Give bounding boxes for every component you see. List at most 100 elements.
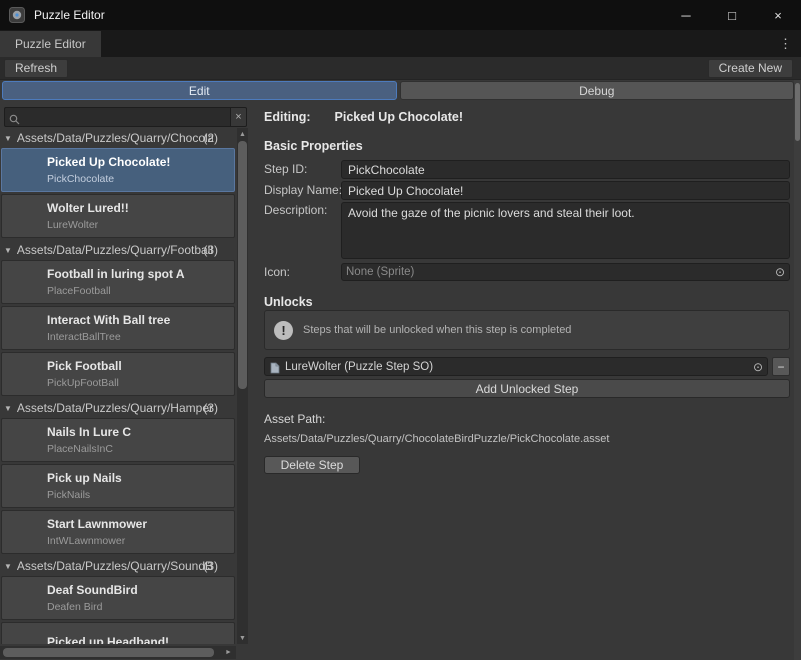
object-picker-icon[interactable]: ⊙ bbox=[775, 266, 785, 278]
minimize-button[interactable]: ─ bbox=[663, 0, 709, 30]
mode-tabs: Edit Debug bbox=[2, 81, 794, 100]
refresh-button[interactable]: Refresh bbox=[4, 59, 68, 78]
item-id: PlaceNailsInC bbox=[47, 443, 113, 455]
asset-path-label: Asset Path: bbox=[264, 412, 325, 426]
list-item-pick-nails[interactable]: Pick up Nails PickNails bbox=[1, 464, 235, 508]
group-header-hamper[interactable]: ▼ Assets/Data/Puzzles/Quarry/HamperBirdP… bbox=[0, 398, 236, 418]
scroll-up-icon[interactable]: ▲ bbox=[237, 128, 248, 140]
list-item-interact-ball-tree[interactable]: Interact With Ball tree InteractBallTree bbox=[1, 306, 235, 350]
foldout-icon: ▼ bbox=[4, 404, 12, 413]
delete-step-button[interactable]: Delete Step bbox=[264, 456, 360, 474]
editor-panel: Editing: Picked Up Chocolate! Basic Prop… bbox=[252, 100, 794, 660]
item-title: Nails In Lure C bbox=[47, 425, 131, 439]
maximize-button[interactable]: □ bbox=[709, 0, 755, 30]
item-id: Deafen Bird bbox=[47, 601, 102, 613]
sidebar-vertical-scrollbar[interactable]: ▲ ▼ bbox=[237, 128, 248, 644]
group-path: Assets/Data/Puzzles/Quarry/ChocolateBird… bbox=[17, 131, 213, 145]
item-id: PickChocolate bbox=[47, 173, 114, 185]
window-title: Puzzle Editor bbox=[34, 8, 105, 22]
tab-edit[interactable]: Edit bbox=[2, 81, 397, 100]
sidebar-horizontal-scrollbar[interactable]: ► bbox=[0, 646, 236, 659]
unlock-entry-label: LureWolter (Puzzle Step SO) bbox=[285, 361, 433, 373]
create-new-button[interactable]: Create New bbox=[708, 59, 793, 78]
list-item-start-lawnmower[interactable]: Start Lawnmower IntWLawnmower bbox=[1, 510, 235, 554]
list-item-pick-chocolate[interactable]: Picked Up Chocolate! PickChocolate bbox=[1, 148, 235, 192]
list-item-lure-wolter[interactable]: Wolter Lured!! LureWolter bbox=[1, 194, 235, 238]
add-unlocked-step-button[interactable]: Add Unlocked Step bbox=[264, 379, 790, 398]
group-header-chocolate[interactable]: ▼ Assets/Data/Puzzles/Quarry/ChocolateBi… bbox=[0, 128, 236, 148]
group-header-soundbird[interactable]: ▼ Assets/Data/Puzzles/Quarry/SoundBird (… bbox=[0, 556, 236, 576]
remove-unlock-button[interactable]: − bbox=[772, 357, 790, 376]
tab-puzzle-editor-label: Puzzle Editor bbox=[15, 37, 86, 51]
item-id: PickUpFootBall bbox=[47, 377, 119, 389]
info-icon: ! bbox=[274, 321, 293, 340]
item-title: Interact With Ball tree bbox=[47, 313, 170, 327]
unlocks-title: Unlocks bbox=[264, 295, 313, 309]
window-controls: ─ □ × bbox=[663, 0, 801, 30]
foldout-icon: ▼ bbox=[4, 246, 12, 255]
item-title: Pick up Nails bbox=[47, 471, 122, 485]
item-title: Picked up Headband! bbox=[47, 635, 169, 644]
titlebar: Puzzle Editor ─ □ × bbox=[0, 0, 801, 30]
close-button[interactable]: × bbox=[755, 0, 801, 30]
group-header-football[interactable]: ▼ Assets/Data/Puzzles/Quarry/FootballBir… bbox=[0, 240, 236, 260]
scriptable-object-icon bbox=[269, 361, 281, 373]
unlocks-help-box: ! Steps that will be unlocked when this … bbox=[264, 310, 790, 350]
list-item-pick-football[interactable]: Pick Football PickUpFootBall bbox=[1, 352, 235, 396]
step-id-label: Step ID: bbox=[264, 162, 307, 176]
scroll-right-icon[interactable]: ► bbox=[222, 646, 235, 659]
object-picker-icon[interactable]: ⊙ bbox=[753, 361, 763, 373]
group-count: (3) bbox=[203, 559, 218, 573]
group-count: (3) bbox=[203, 401, 218, 415]
item-title: Picked Up Chocolate! bbox=[47, 155, 170, 169]
step-id-field[interactable] bbox=[341, 160, 790, 179]
list-item-picked-up-headband[interactable]: Picked up Headband! bbox=[1, 622, 235, 644]
scrollbar-thumb[interactable] bbox=[238, 141, 247, 389]
display-name-label: Display Name: bbox=[264, 183, 342, 197]
search-input[interactable] bbox=[4, 107, 231, 127]
item-title: Deaf SoundBird bbox=[47, 583, 138, 597]
window-vertical-scrollbar[interactable] bbox=[794, 80, 801, 660]
asset-path-value: Assets/Data/Puzzles/Quarry/ChocolateBird… bbox=[264, 433, 609, 445]
foldout-icon: ▼ bbox=[4, 134, 12, 143]
editing-label: Editing: bbox=[264, 110, 311, 124]
icon-object-field[interactable]: None (Sprite) ⊙ bbox=[341, 263, 790, 281]
scrollbar-thumb[interactable] bbox=[795, 83, 800, 141]
group-count: (2) bbox=[203, 131, 218, 145]
list-item-place-football[interactable]: Football in luring spot A PlaceFootball bbox=[1, 260, 235, 304]
item-id: PickNails bbox=[47, 489, 90, 501]
tab-puzzle-editor[interactable]: Puzzle Editor bbox=[0, 31, 101, 57]
description-label: Description: bbox=[264, 203, 327, 217]
group-path: Assets/Data/Puzzles/Quarry/FootballBirdP… bbox=[17, 243, 213, 257]
kebab-menu-icon[interactable]: ⋮ bbox=[770, 36, 801, 52]
group-path: Assets/Data/Puzzles/Quarry/SoundBird bbox=[17, 559, 213, 573]
item-title: Wolter Lured!! bbox=[47, 201, 129, 215]
list-item-deaf-soundbird[interactable]: Deaf SoundBird Deafen Bird bbox=[1, 576, 235, 620]
description-field[interactable]: Avoid the gaze of the picnic lovers and … bbox=[341, 202, 790, 259]
search-icon bbox=[9, 112, 20, 123]
display-name-field[interactable] bbox=[341, 181, 790, 200]
tab-debug[interactable]: Debug bbox=[400, 81, 795, 100]
scrollbar-thumb[interactable] bbox=[3, 648, 214, 657]
item-title: Start Lawnmower bbox=[47, 517, 147, 531]
foldout-icon: ▼ bbox=[4, 562, 12, 571]
editing-header: Editing: Picked Up Chocolate! bbox=[264, 110, 463, 124]
item-title: Pick Football bbox=[47, 359, 122, 373]
item-id: PlaceFootball bbox=[47, 285, 111, 297]
unlock-entry-row: LureWolter (Puzzle Step SO) ⊙ − bbox=[264, 357, 790, 376]
list-item-place-nails[interactable]: Nails In Lure C PlaceNailsInC bbox=[1, 418, 235, 462]
item-title: Football in luring spot A bbox=[47, 267, 185, 281]
group-path: Assets/Data/Puzzles/Quarry/HamperBirdPuz… bbox=[17, 401, 213, 415]
search-bar: × bbox=[4, 107, 247, 127]
unlocks-help-text: Steps that will be unlocked when this st… bbox=[303, 324, 571, 336]
puzzle-step-list: ▼ Assets/Data/Puzzles/Quarry/ChocolateBi… bbox=[0, 128, 236, 644]
unlock-object-field[interactable]: LureWolter (Puzzle Step SO) ⊙ bbox=[264, 357, 768, 376]
item-id: LureWolter bbox=[47, 219, 98, 231]
search-clear-button[interactable]: × bbox=[231, 107, 247, 127]
icon-label: Icon: bbox=[264, 265, 290, 279]
item-id: IntWLawnmower bbox=[47, 535, 125, 547]
icon-object-value: None (Sprite) bbox=[346, 266, 414, 278]
app-icon bbox=[9, 7, 25, 23]
tab-strip: Puzzle Editor ⋮ bbox=[0, 30, 801, 57]
scroll-down-icon[interactable]: ▼ bbox=[237, 632, 248, 644]
